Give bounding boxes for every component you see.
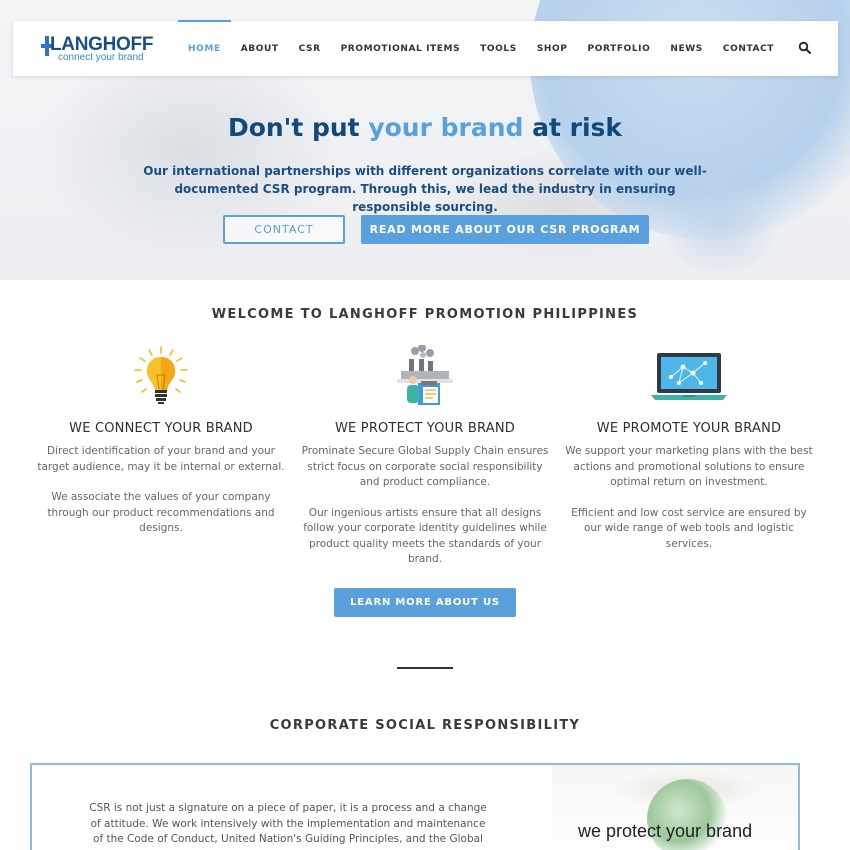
nav-item-promotional-items[interactable]: PROMOTIONAL ITEMS [331, 21, 471, 76]
feature-text: Prominate Secure Global Supply Chain ens… [300, 444, 550, 568]
feature-title: WE CONNECT YOUR BRAND [69, 421, 253, 436]
laptop-network-icon [649, 345, 729, 407]
csr-title: CORPORATE SOCIAL RESPONSIBILITY [269, 718, 581, 733]
nav-item-csr[interactable]: CSR [289, 21, 331, 76]
welcome-title: WELCOME TO LANGHOFF PROMOTION PHILIPPINE… [211, 307, 639, 322]
nav-item-about[interactable]: ABOUT [231, 21, 289, 76]
nav-item-tools[interactable]: TOOLS [470, 21, 527, 76]
nav-item-home[interactable]: HOME [178, 20, 231, 76]
feature-column-connect: WE CONNECT YOUR BRAND Direct identificat… [36, 345, 286, 537]
hero-title-part2: at risk [523, 113, 623, 142]
lightbulb-icon [121, 345, 201, 407]
feature-title: WE PROMOTE YOUR BRAND [596, 421, 782, 436]
contact-button[interactable]: CONTACT [223, 215, 345, 244]
read-more-csr-button[interactable]: READ MORE ABOUT OUR CSR PROGRAM [361, 215, 649, 244]
feature-column-promote: WE PROMOTE YOUR BRAND We support your ma… [564, 345, 814, 552]
nav-item-news[interactable]: NEWS [660, 21, 713, 76]
feature-text: Direct identification of your brand and … [36, 444, 286, 537]
factory-clipboard-icon [385, 344, 465, 407]
feature-paragraph: Our ingenious artists ensure that all de… [303, 506, 547, 566]
csr-text: CSR is not just a signature on a piece o… [89, 802, 487, 850]
feature-text: We support your marketing plans with the… [564, 444, 814, 552]
feature-paragraph: We support your marketing plans with the… [565, 445, 813, 488]
feature-column-protect: WE PROTECT YOUR BRAND Prominate Secure G… [300, 344, 550, 568]
csr-image: we protect your brand [552, 765, 798, 850]
feature-paragraph: Prominate Secure Global Supply Chain ens… [301, 445, 549, 488]
learn-more-button[interactable]: LEARN MORE ABOUT US [334, 588, 516, 617]
feature-paragraph: Efficient and low cost service are ensur… [571, 506, 807, 550]
langhoff-logo[interactable]: LANGHOFF connect your brand [41, 34, 161, 65]
hero-title-part1: Don't put [227, 113, 369, 142]
feature-title: WE PROTECT YOUR BRAND [334, 421, 515, 436]
nav-item-contact[interactable]: CONTACT [713, 21, 784, 76]
search-icon[interactable] [798, 41, 812, 55]
csr-box: CSR is not just a signature on a piece o… [30, 763, 800, 850]
main-nav: HOME ABOUT CSR PROMOTIONAL ITEMS TOOLS S… [178, 20, 784, 76]
feature-paragraph: Direct identification of your brand and … [37, 445, 285, 473]
nav-item-portfolio[interactable]: PORTFOLIO [578, 21, 661, 76]
nav-item-shop[interactable]: SHOP [527, 21, 578, 76]
hero-description: Our international partnerships with diff… [143, 164, 707, 214]
hero-title-accent: your brand [368, 113, 524, 142]
site-header: LANGHOFF connect your brand HOME ABOUT C… [13, 20, 838, 76]
feature-paragraph: We associate the values of your company … [47, 491, 275, 534]
logo-tagline: connect your brand [58, 52, 144, 63]
section-divider [397, 667, 453, 669]
hero-title: Don't put your brand at risk [0, 113, 850, 142]
csr-image-slogan: we protect your brand [578, 821, 753, 841]
